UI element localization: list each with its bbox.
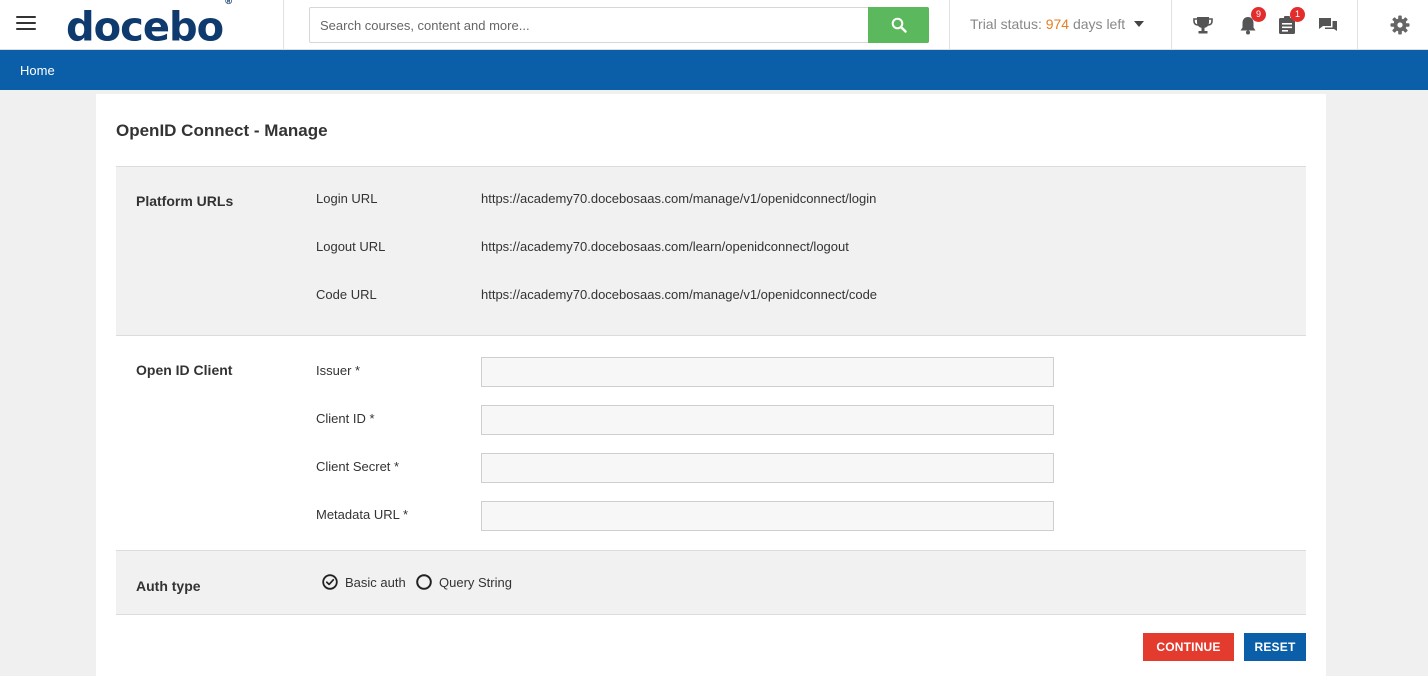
openid-client-section: Open ID Client Issuer * Client ID * Clie… — [116, 335, 1306, 550]
metadata-url-label: Metadata URL * — [316, 507, 409, 522]
header-divider — [1357, 0, 1358, 50]
breadcrumb-home[interactable]: Home — [20, 63, 55, 78]
code-url-label: Code URL — [316, 287, 377, 302]
radio-checked-icon — [322, 574, 338, 590]
openid-client-label: Open ID Client — [136, 362, 233, 378]
breadcrumb-bar: Home — [0, 50, 1428, 90]
gear-icon[interactable] — [1389, 14, 1411, 36]
login-url-value: https://academy70.docebosaas.com/manage/… — [481, 191, 877, 206]
metadata-url-input[interactable] — [481, 501, 1054, 531]
chevron-down-icon — [1134, 21, 1145, 27]
client-id-label: Client ID * — [316, 411, 375, 426]
login-url-label: Login URL — [316, 191, 378, 206]
trial-status-label: Trial status: — [970, 16, 1042, 32]
search-icon — [891, 17, 907, 33]
client-id-input[interactable] — [481, 405, 1054, 435]
auth-basic-radio[interactable]: Basic auth — [322, 574, 406, 590]
auth-type-label: Auth type — [136, 578, 201, 594]
trophy-icon[interactable] — [1192, 14, 1214, 36]
header-divider — [1171, 0, 1172, 50]
auth-type-section: Auth type Basic auth Query String — [116, 550, 1306, 615]
main-content: OpenID Connect - Manage Platform URLs Lo… — [96, 94, 1326, 676]
code-url-value: https://academy70.docebosaas.com/manage/… — [481, 287, 878, 302]
search-button[interactable] — [868, 7, 929, 43]
logout-url-label: Logout URL — [316, 239, 386, 254]
registered-mark: ® — [224, 0, 234, 7]
reset-button[interactable]: RESET — [1244, 633, 1306, 661]
continue-button[interactable]: CONTINUE — [1143, 633, 1234, 661]
trial-status-dropdown[interactable]: Trial status: 974 days left — [970, 16, 1145, 32]
assignments-badge: 1 — [1290, 7, 1305, 22]
radio-unchecked-icon — [416, 574, 432, 590]
auth-basic-label: Basic auth — [345, 574, 406, 590]
docebo-logo[interactable]: docebo® — [66, 0, 234, 50]
issuer-label: Issuer * — [316, 363, 361, 378]
page-title: OpenID Connect - Manage — [116, 121, 328, 140]
issuer-input[interactable] — [481, 357, 1054, 387]
search-input[interactable] — [310, 8, 868, 42]
search-box — [309, 7, 929, 43]
auth-query-string-radio[interactable]: Query String — [416, 574, 512, 590]
platform-urls-label: Platform URLs — [136, 193, 234, 209]
trial-days-count: 974 — [1045, 16, 1070, 32]
menu-icon[interactable] — [16, 16, 36, 32]
trial-days-suffix: days left — [1072, 16, 1126, 32]
header-divider — [283, 0, 284, 50]
client-secret-label: Client Secret * — [316, 459, 400, 474]
chat-icon[interactable] — [1317, 14, 1339, 36]
platform-urls-section: Platform URLs Login URL https://academy7… — [116, 166, 1306, 335]
clipboard-icon[interactable]: 1 — [1276, 7, 1305, 36]
auth-query-string-label: Query String — [439, 574, 512, 590]
bell-icon[interactable]: 9 — [1237, 7, 1266, 36]
logout-url-value: https://academy70.docebosaas.com/learn/o… — [481, 239, 849, 254]
client-secret-input[interactable] — [481, 453, 1054, 483]
header-divider — [949, 0, 950, 50]
top-header: docebo® Trial status: 974 days left — [0, 0, 1428, 50]
notifications-badge: 9 — [1251, 7, 1266, 22]
